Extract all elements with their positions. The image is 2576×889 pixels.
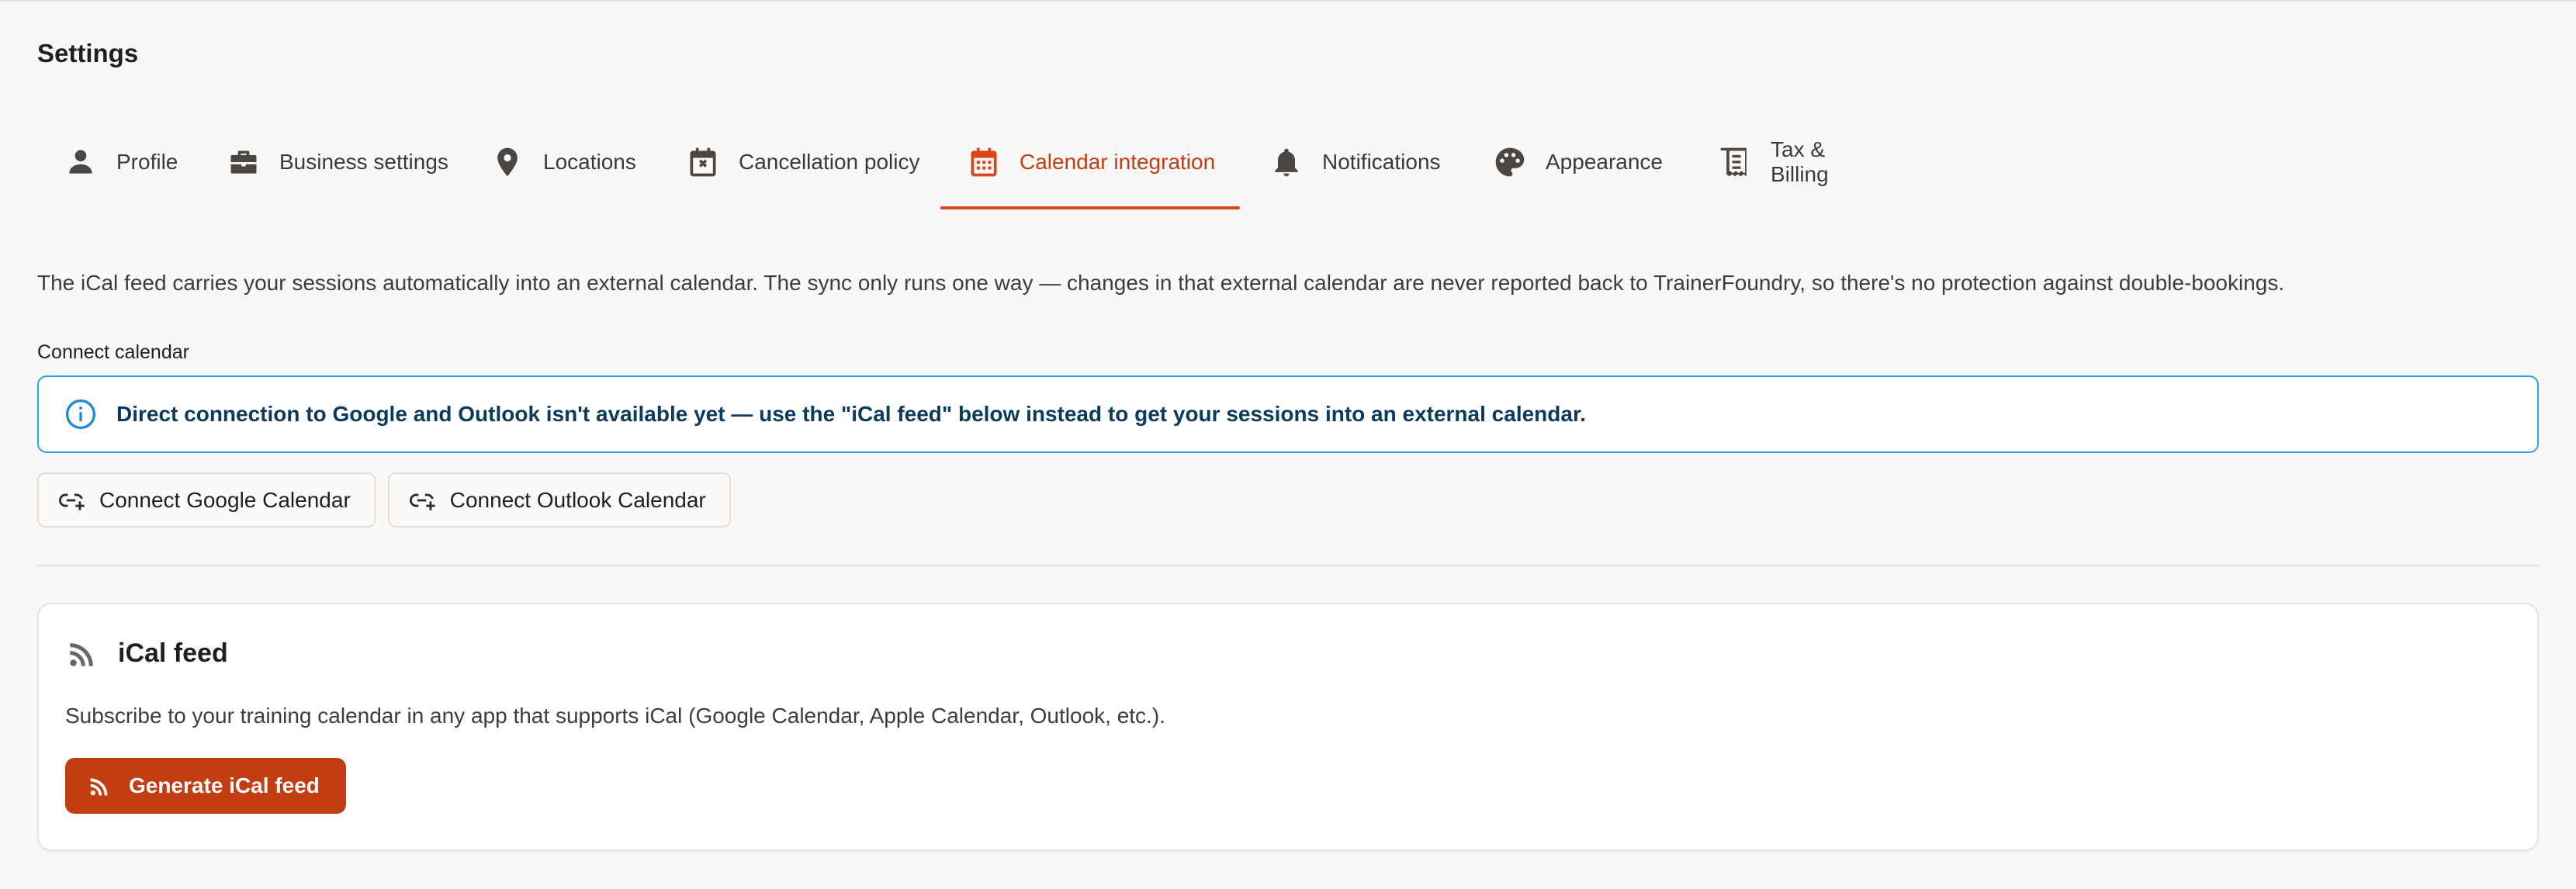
- info-alert-text: Direct connection to Google and Outlook …: [116, 402, 1587, 426]
- settings-tabs: Profile Business settings Locations Canc…: [37, 116, 1899, 209]
- sync-description: The iCal feed carries your sessions auto…: [37, 271, 2285, 295]
- generate-ical-label: Generate iCal feed: [129, 773, 320, 797]
- connect-outlook-button[interactable]: Connect Outlook Calendar: [387, 472, 731, 528]
- link-add-icon: [59, 493, 85, 510]
- tab-tax-billing[interactable]: Tax & Billing: [1695, 116, 1899, 208]
- tab-calendar-integration[interactable]: Calendar integration: [940, 116, 1241, 209]
- tab-label: Notifications: [1322, 150, 1441, 174]
- ical-card-header: iCal feed: [65, 635, 228, 671]
- ical-card-description: Subscribe to your training calendar in a…: [65, 704, 1165, 728]
- ical-feed-card: iCal feed Subscribe to your training cal…: [37, 603, 2539, 851]
- person-icon: [62, 144, 99, 181]
- ical-card-title: iCal feed: [118, 638, 228, 668]
- connect-google-label: Connect Google Calendar: [99, 487, 351, 512]
- tab-profile[interactable]: Profile: [37, 116, 203, 208]
- generate-ical-button[interactable]: Generate iCal feed: [65, 758, 346, 814]
- connect-google-button[interactable]: Connect Google Calendar: [37, 472, 376, 528]
- top-border: [0, 0, 2576, 2]
- tab-label: Calendar integration: [1020, 150, 1216, 174]
- rss-icon: [70, 643, 93, 666]
- connect-buttons: Connect Google Calendar Connect Outlook …: [37, 472, 731, 528]
- link-add-icon: [409, 493, 435, 510]
- rss-icon: [90, 778, 108, 796]
- tab-label: Profile: [116, 150, 178, 174]
- tab-locations[interactable]: Locations: [464, 116, 661, 208]
- tab-label: Appearance: [1546, 150, 1664, 174]
- info-alert: Direct connection to Google and Outlook …: [37, 375, 2539, 453]
- section-divider: [37, 565, 2539, 566]
- tab-label: Cancellation policy: [739, 150, 920, 174]
- page-title: Settings: [37, 39, 139, 67]
- receipt-icon: [1719, 144, 1754, 181]
- palette-icon: [1491, 144, 1529, 181]
- tab-notifications[interactable]: Notifications: [1243, 116, 1466, 208]
- connect-outlook-label: Connect Outlook Calendar: [449, 487, 706, 512]
- calendar-icon: [965, 144, 1002, 181]
- info-icon: [65, 399, 96, 430]
- connect-calendar-label: Connect calendar: [37, 341, 189, 363]
- tab-business-settings[interactable]: Business settings: [200, 116, 473, 208]
- tab-cancellation-policy[interactable]: Cancellation policy: [660, 116, 944, 208]
- briefcase-icon: [225, 144, 262, 181]
- tab-label: Tax & Billing: [1771, 137, 1829, 186]
- location-pin-icon: [489, 144, 526, 181]
- bell-icon: [1268, 144, 1305, 181]
- tab-label: Business settings: [279, 150, 448, 174]
- tab-label: Locations: [543, 150, 636, 174]
- calendar-cancel-icon: [684, 144, 722, 181]
- tab-appearance[interactable]: Appearance: [1466, 116, 1688, 208]
